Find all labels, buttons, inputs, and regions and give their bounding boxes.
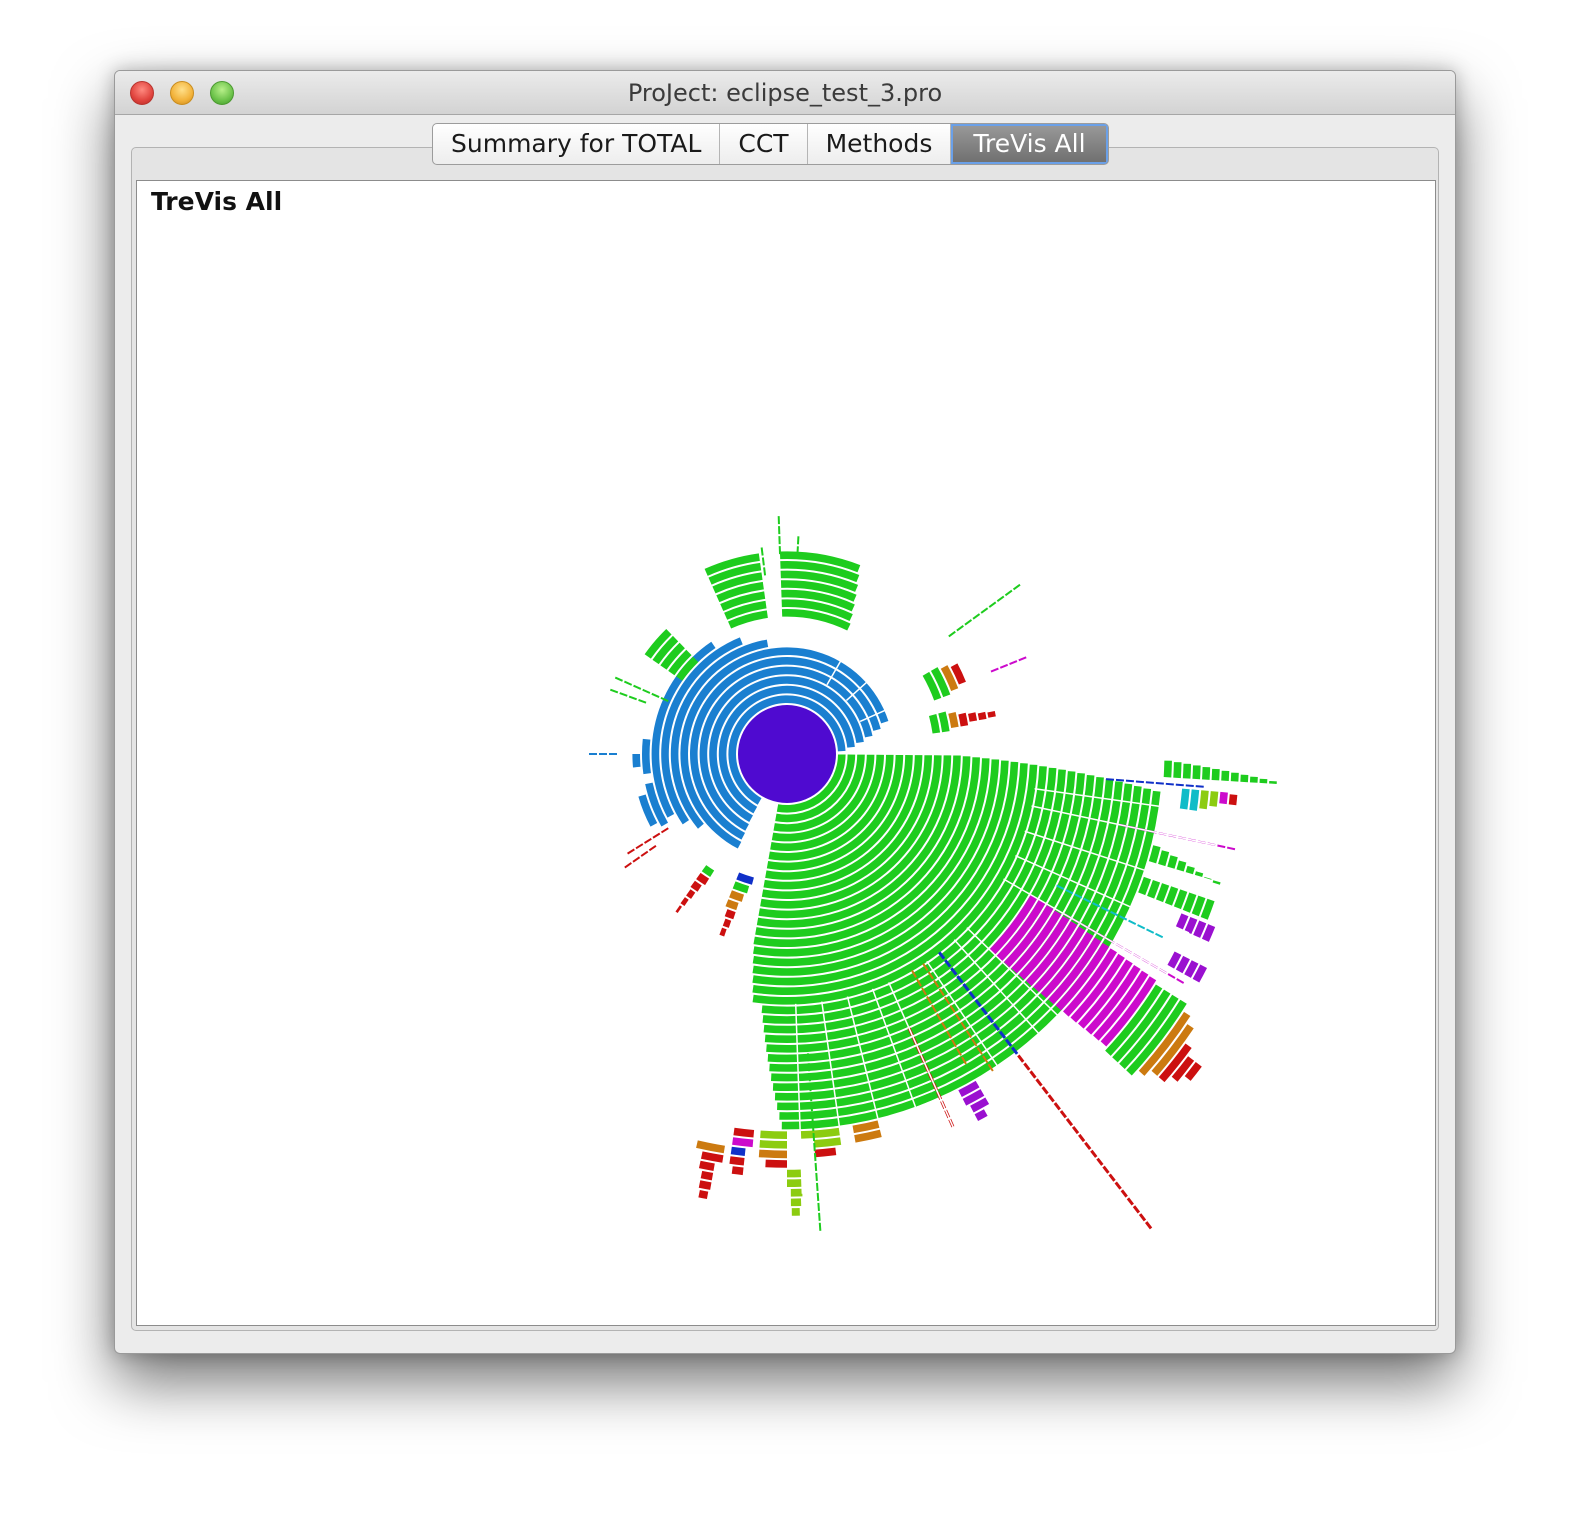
tab-cct[interactable]: CCT [720, 124, 808, 164]
sunburst-spoke[interactable] [777, 514, 782, 555]
sunburst-segment[interactable] [758, 1149, 787, 1159]
sunburst-segment[interactable] [725, 899, 739, 911]
sunburst-segment[interactable] [1185, 865, 1195, 875]
sunburst-segment[interactable] [1212, 880, 1221, 885]
sunburst-segment[interactable] [1189, 789, 1200, 812]
sunburst-segment[interactable] [675, 905, 682, 914]
sunburst-segment[interactable] [722, 918, 732, 928]
sunburst-segment[interactable] [977, 711, 987, 721]
sunburst-segment[interactable] [787, 1179, 803, 1187]
title-bar[interactable]: ProJect: eclipse_test_3.pro [115, 71, 1455, 115]
tab-methods[interactable]: Methods [808, 124, 952, 164]
tab-trevis-all[interactable]: TreVis All [951, 124, 1108, 164]
sunburst-segment[interactable] [1259, 778, 1268, 784]
sunburst-segment[interactable] [1179, 788, 1190, 811]
sunburst-segment[interactable] [760, 1130, 787, 1139]
sunburst-segment[interactable] [1176, 860, 1187, 872]
sunburst-segment[interactable] [696, 1140, 725, 1154]
tab-bar: Summary for TOTAL CCT Methods TreVis All [432, 123, 1109, 165]
sunburst-segment[interactable] [642, 738, 651, 775]
sunburst-visualization[interactable] [137, 181, 1435, 1325]
sunburst-segment[interactable] [1148, 845, 1161, 864]
tab-summary-total[interactable]: Summary for TOTAL [433, 124, 721, 164]
sunburst-spoke[interactable] [622, 844, 657, 870]
sunburst-segment[interactable] [948, 711, 959, 729]
sunburst-segment[interactable] [732, 1137, 754, 1148]
sunburst-segment[interactable] [759, 1140, 787, 1149]
sunburst-segment[interactable] [1221, 770, 1230, 782]
sunburst-segment[interactable] [1199, 790, 1209, 810]
sunburst-segment[interactable] [1204, 876, 1212, 880]
sunburst-segment[interactable] [765, 1159, 787, 1168]
sunburst-segment[interactable] [1158, 850, 1170, 867]
sunburst-segment[interactable] [698, 1180, 712, 1190]
sunburst-segment[interactable] [1209, 791, 1219, 807]
sunburst-segment[interactable] [1211, 768, 1220, 781]
sunburst-segment[interactable] [1173, 762, 1182, 779]
sunburst-segment[interactable] [968, 712, 978, 722]
sunburst-spoke[interactable] [760, 545, 767, 576]
sunburst-root[interactable] [738, 705, 836, 803]
sunburst-segment[interactable] [698, 1189, 709, 1200]
sunburst-segment[interactable] [928, 713, 941, 734]
sunburst-segment[interactable] [700, 1170, 714, 1181]
sunburst-segment[interactable] [731, 1166, 744, 1176]
sunburst-segment[interactable] [632, 754, 641, 768]
sunburst-spoke[interactable] [990, 655, 1029, 673]
trevis-view: TreVis All [136, 180, 1436, 1326]
sunburst-segment[interactable] [1194, 871, 1204, 877]
sunburst-segment[interactable] [1202, 767, 1211, 780]
sunburst-segment[interactable] [1230, 772, 1239, 782]
sunburst-segment[interactable] [1249, 776, 1258, 783]
sunburst-segment[interactable] [814, 1147, 837, 1158]
sunburst-segment[interactable] [1163, 760, 1172, 778]
sunburst-segment[interactable] [987, 710, 996, 718]
sunburst-segment[interactable] [1192, 765, 1201, 780]
sunburst-segment[interactable] [686, 889, 696, 899]
sunburst-segment[interactable] [813, 1137, 842, 1148]
sunburst-segment[interactable] [680, 897, 689, 907]
sunburst-segment[interactable] [698, 1160, 715, 1171]
sunburst-spoke[interactable] [1017, 1054, 1154, 1231]
sunburst-segment[interactable] [1182, 763, 1192, 779]
sunburst-segment[interactable] [729, 890, 745, 902]
sunburst-segment[interactable] [791, 1208, 800, 1216]
sunburst-segment[interactable] [787, 1169, 802, 1178]
sunburst-segment[interactable] [690, 880, 702, 892]
sunburst-segment[interactable] [1167, 855, 1178, 869]
sunburst-segment[interactable] [974, 1109, 988, 1122]
sunburst-segment[interactable] [1269, 780, 1277, 784]
sunburst-spoke[interactable] [613, 675, 669, 703]
sunburst-segment[interactable] [1228, 794, 1238, 806]
sunburst-spoke[interactable] [608, 688, 647, 704]
sunburst-segment[interactable] [790, 1188, 803, 1197]
sunburst-segment[interactable] [958, 712, 969, 727]
sunburst-segment[interactable] [733, 1127, 755, 1138]
sunburst-segment[interactable] [938, 711, 950, 733]
sunburst-spoke[interactable] [948, 582, 1023, 638]
sunburst-segment[interactable] [800, 1127, 841, 1139]
window-title: ProJect: eclipse_test_3.pro [627, 79, 943, 107]
sunburst-segment[interactable] [719, 927, 727, 937]
sunburst-segment[interactable] [700, 1151, 724, 1163]
sunburst-segment[interactable] [1219, 791, 1228, 805]
sunburst-segment[interactable] [724, 909, 736, 920]
sunburst-spoke[interactable] [796, 534, 800, 555]
sunburst-segment[interactable] [730, 1146, 746, 1156]
sunburst-spoke[interactable] [625, 827, 669, 856]
app-window: ProJect: eclipse_test_3.pro Summary for … [114, 70, 1456, 1354]
sunburst-segment[interactable] [790, 1198, 802, 1207]
sunburst-segment[interactable] [1240, 774, 1249, 783]
sunburst-segment[interactable] [729, 1156, 745, 1166]
